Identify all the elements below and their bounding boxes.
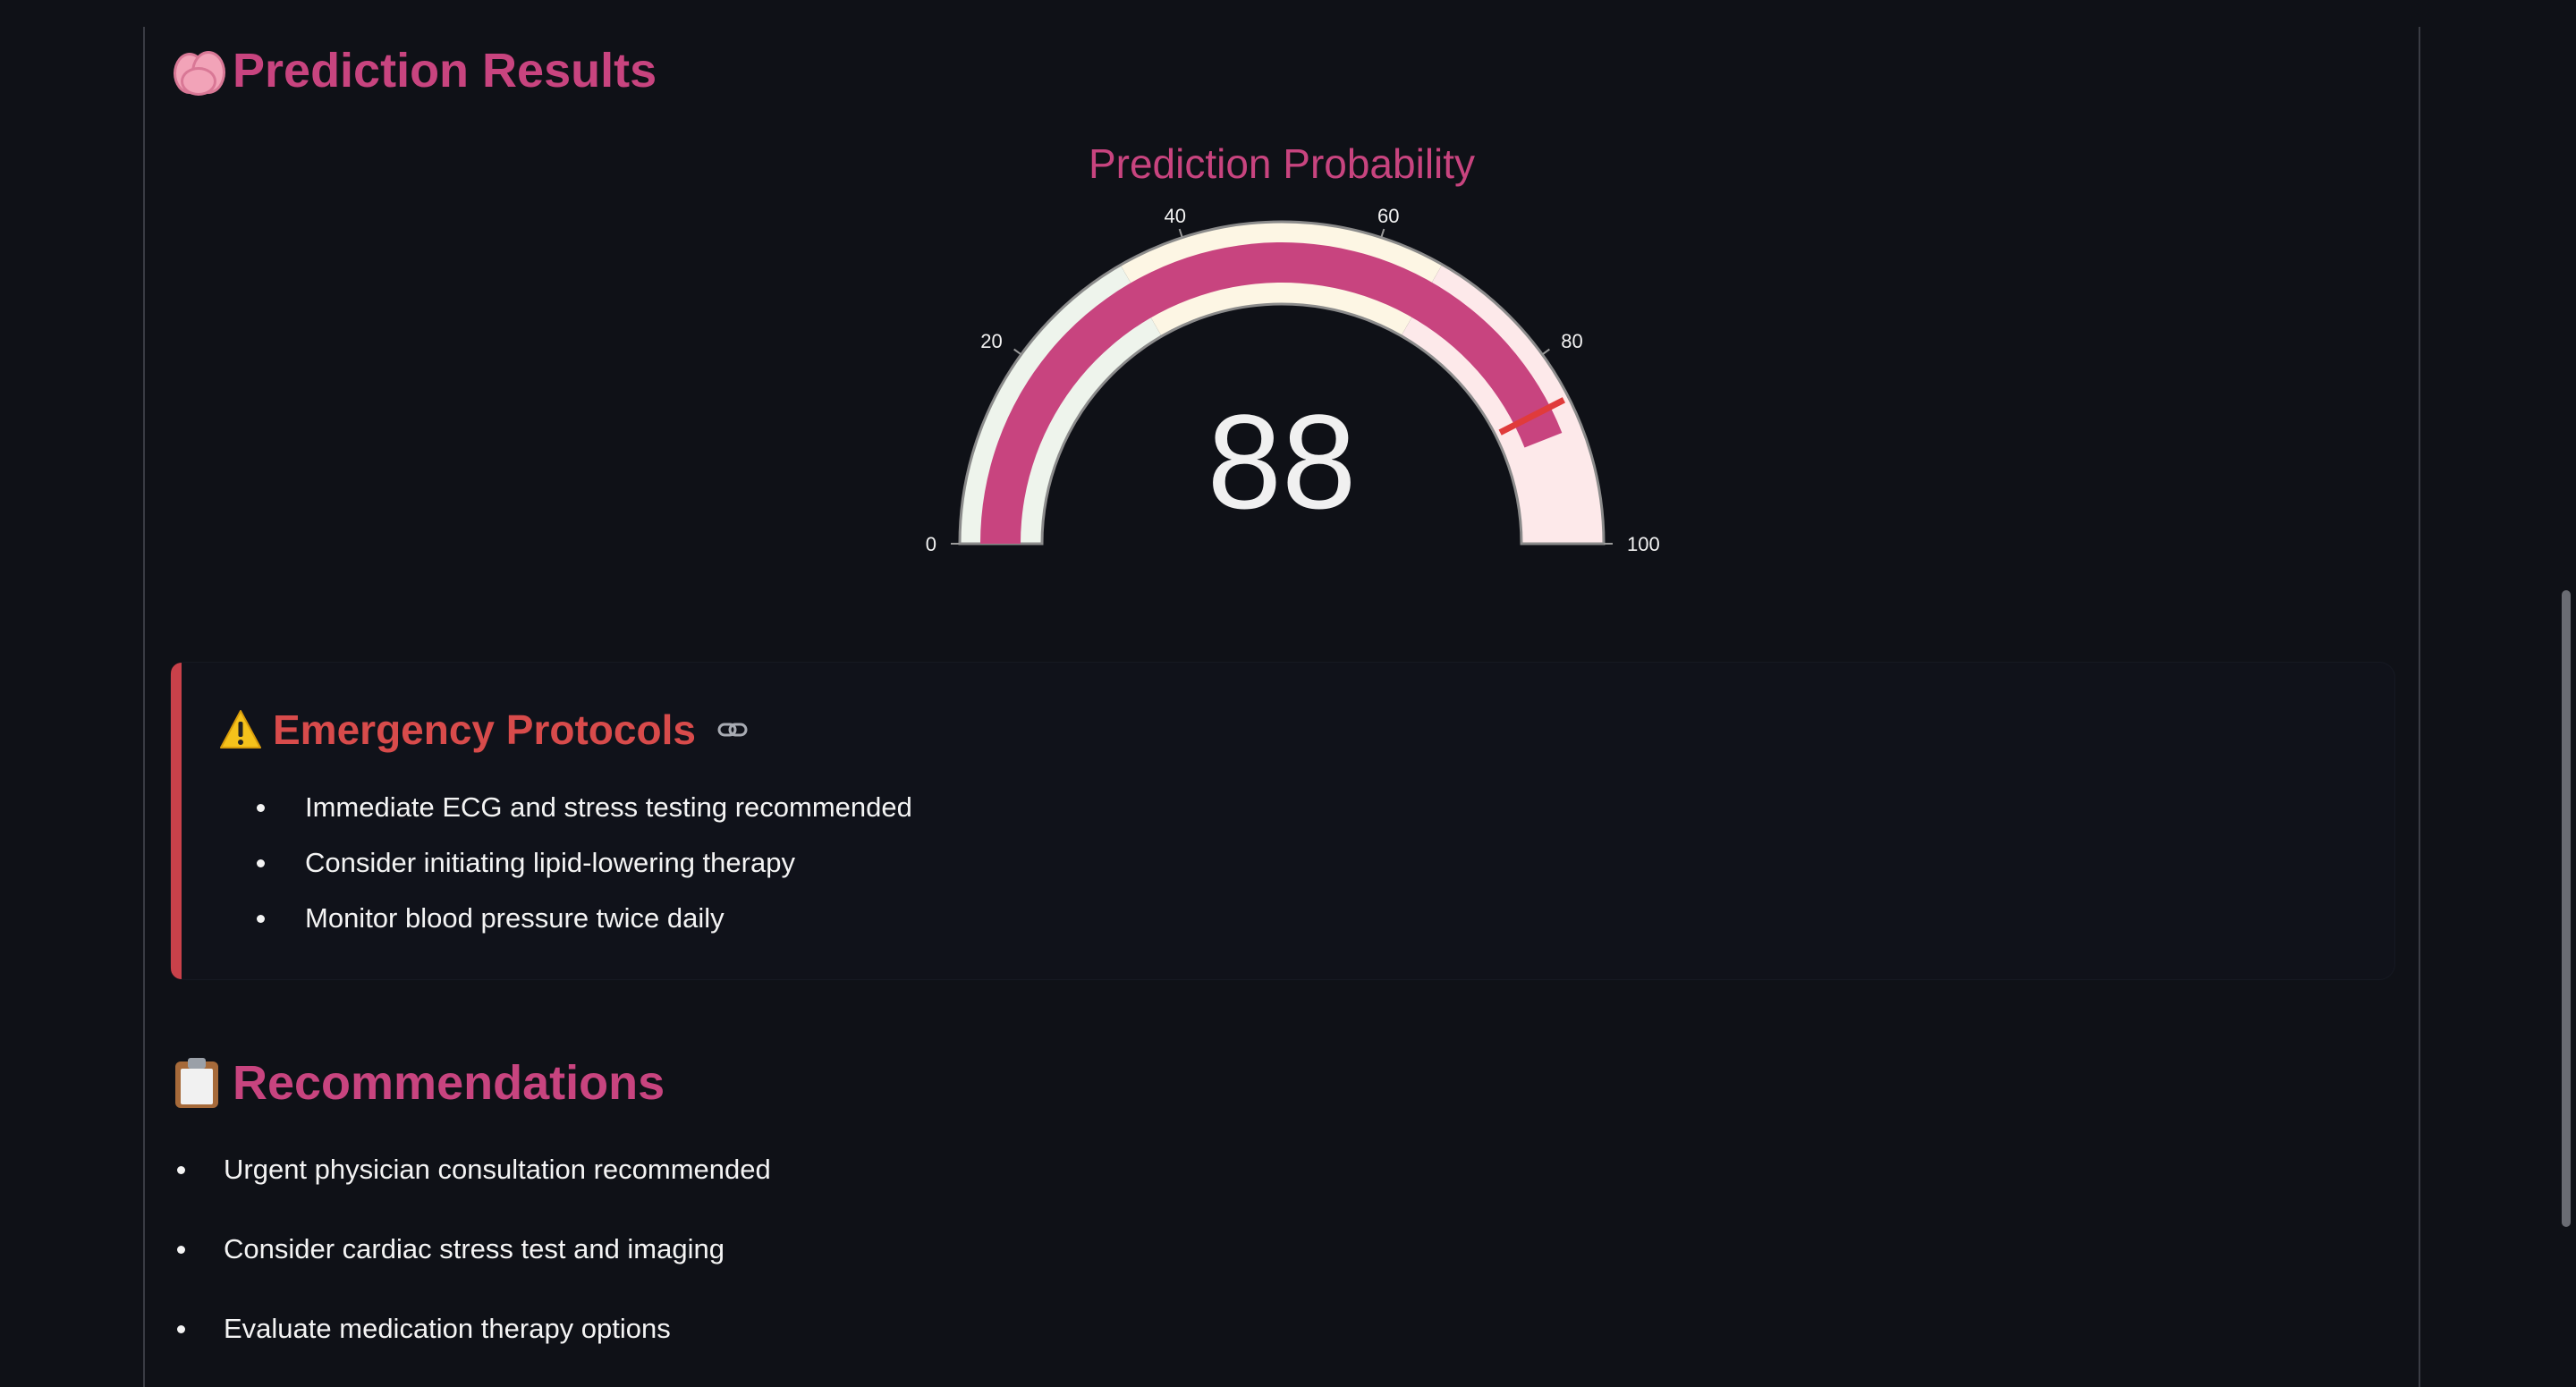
recommendations-title: Recommendations — [233, 1056, 665, 1110]
prediction-results-title: Prediction Results — [233, 44, 657, 97]
link-icon[interactable] — [716, 713, 750, 747]
emergency-protocols-heading: Emergency Protocols — [219, 706, 750, 754]
gauge-tick — [1178, 228, 1183, 238]
list-item: Monitor blood pressure twice daily — [257, 901, 912, 956]
recommendations-heading: Recommendations — [170, 1055, 665, 1111]
clipboard-icon — [170, 1056, 224, 1110]
recommendations-list: Urgent physician consultation recommende… — [177, 1152, 771, 1387]
list-item: Evaluate medication therapy options — [177, 1311, 771, 1387]
gauge-tick-label: 20 — [980, 330, 1002, 352]
prediction-gauge: Prediction Probability 0 20 40 60 80 100 88 — [912, 134, 1664, 581]
alert-accent-bar — [171, 663, 182, 979]
gauge-tick-label: 80 — [1561, 330, 1582, 352]
emergency-protocols-title: Emergency Protocols — [273, 706, 696, 753]
list-item: Consider initiating lipid-lowering thera… — [257, 845, 912, 901]
gauge-chart: 0 20 40 60 80 100 88 — [926, 205, 1660, 555]
gauge-tick — [1541, 348, 1550, 356]
app-viewport: Prediction Results Prediction Probabilit… — [0, 0, 2576, 1387]
emergency-protocols-list: Immediate ECG and stress testing recomme… — [257, 790, 912, 956]
gauge-tick-label: 100 — [1627, 533, 1660, 555]
brain-icon — [170, 44, 225, 97]
vertical-scrollbar[interactable] — [2556, 0, 2576, 1387]
main-content: Prediction Results Prediction Probabilit… — [0, 0, 2576, 1387]
prediction-results-heading: Prediction Results — [170, 43, 657, 98]
emergency-protocols-alert: Emergency Protocols Immediate ECG and st… — [170, 662, 2395, 980]
gauge-tick-label: 40 — [1164, 205, 1185, 227]
gauge-tick-label: 0 — [926, 533, 936, 555]
list-item: Consider cardiac stress test and imaging — [177, 1231, 771, 1311]
list-item: Urgent physician consultation recommende… — [177, 1152, 771, 1231]
gauge-value-number: 88 — [1208, 386, 1357, 537]
list-item: Immediate ECG and stress testing recomme… — [257, 790, 912, 845]
gauge-tick — [1013, 348, 1022, 356]
scrollbar-thumb[interactable] — [2562, 590, 2571, 1227]
gauge-tick — [1380, 228, 1385, 238]
gauge-tick-label: 60 — [1377, 205, 1399, 227]
warning-icon — [220, 710, 261, 748]
